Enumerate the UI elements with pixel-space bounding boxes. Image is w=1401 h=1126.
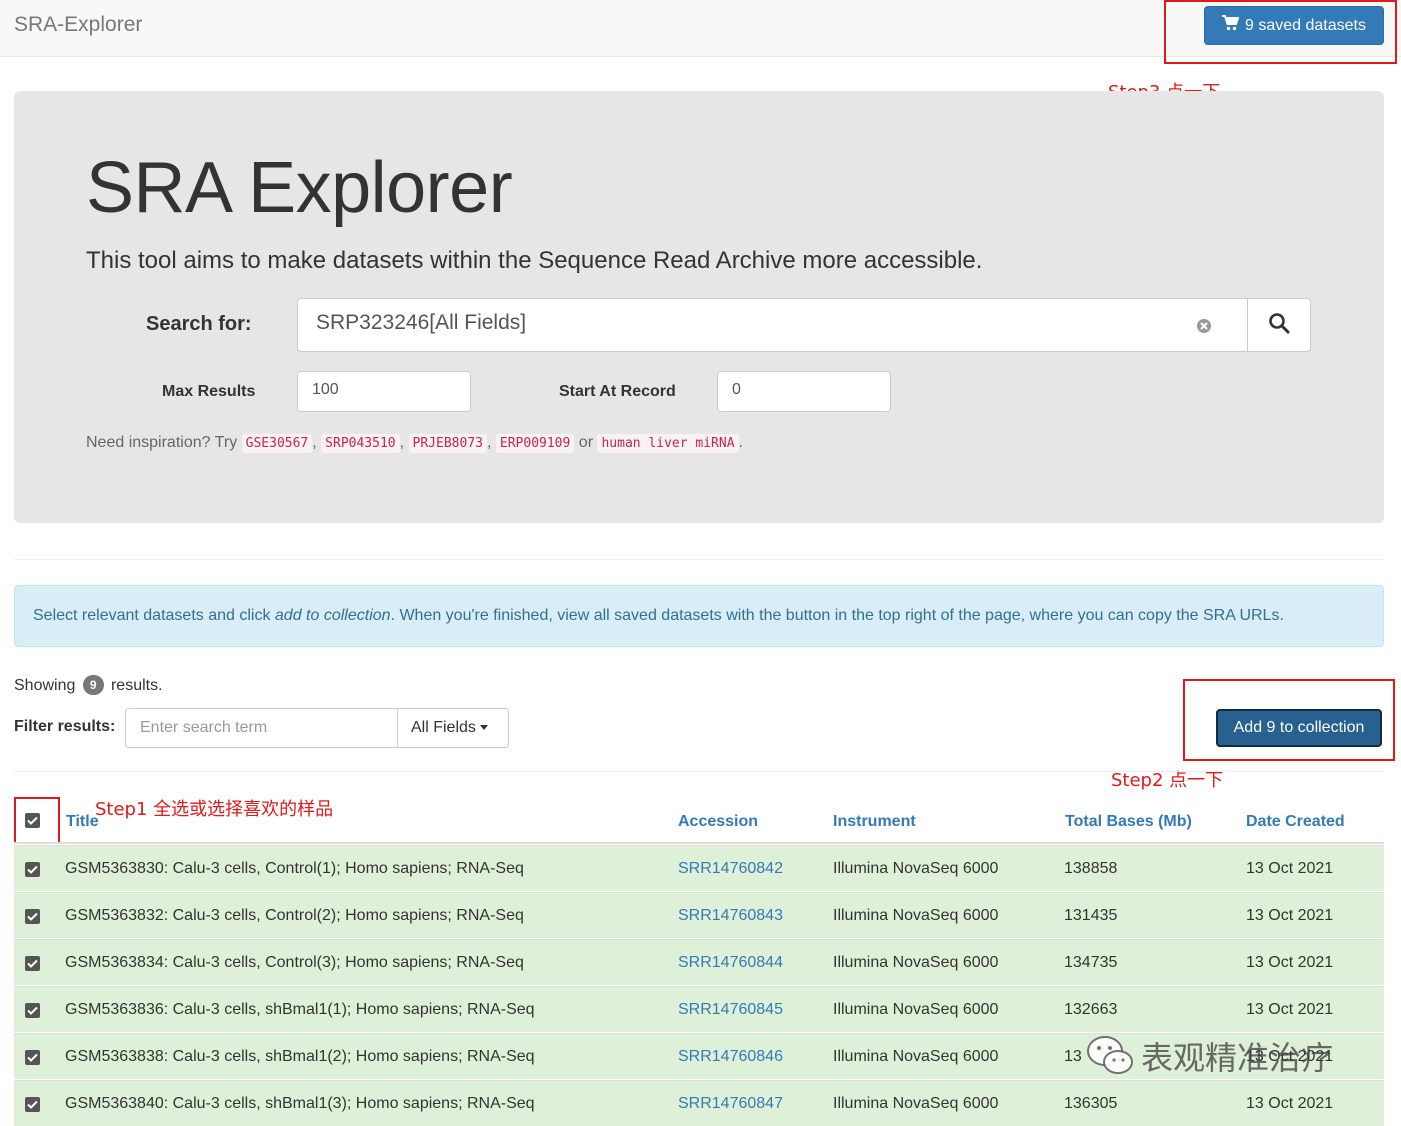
page-title: SRA Explorer (86, 148, 513, 228)
results-count: Showing 9 results. (14, 675, 163, 695)
cell-instrument: Illumina NovaSeq 6000 (833, 1001, 999, 1018)
table-row[interactable]: GSM5363834: Calu-3 cells, Control(3); Ho… (14, 939, 1384, 985)
cell-title: GSM5363838: Calu-3 cells, shBmal1(2); Ho… (65, 1048, 535, 1065)
column-header-total-bases[interactable]: Total Bases (Mb) (1065, 813, 1192, 831)
filter-field-label: All Fields (411, 719, 476, 736)
filter-field-dropdown[interactable]: All Fields (397, 708, 509, 748)
cell-total-bases: 132663 (1064, 1001, 1118, 1018)
annotation-step2: Step2 点一下 (1111, 770, 1224, 791)
start-record-label: Start At Record (559, 383, 676, 400)
highlight-box-step1 (14, 797, 60, 844)
cell-total-bases: 138858 (1064, 860, 1118, 877)
max-results-input[interactable]: 100 (297, 371, 471, 412)
inspiration-line: Need inspiration? Try GSE30567, SRP04351… (86, 434, 743, 453)
cell-title: GSM5363840: Calu-3 cells, shBmal1(3); Ho… (65, 1095, 535, 1112)
cell-title: GSM5363834: Calu-3 cells, Control(3); Ho… (65, 954, 524, 971)
cell-total-bases: 136305 (1064, 1095, 1118, 1112)
table-row[interactable]: GSM5363830: Calu-3 cells, Control(1); Ho… (14, 845, 1384, 891)
example-link[interactable]: ERP009109 (495, 434, 575, 453)
showing-prefix: Showing (14, 677, 76, 694)
alert-text-1: Select relevant datasets and click (33, 607, 275, 624)
example-link[interactable]: PRJEB8073 (408, 434, 487, 453)
filter-label: Filter results: (14, 718, 116, 735)
hero-panel: SRA Explorer This tool aims to make data… (14, 91, 1384, 523)
highlight-box-step3 (1164, 0, 1397, 64)
example-link[interactable]: human liver miRNA (597, 434, 739, 453)
search-icon (1268, 312, 1290, 339)
wechat-icon (1087, 1036, 1133, 1074)
cell-total-bases: 134735 (1064, 954, 1118, 971)
separator: , (486, 434, 492, 451)
cell-instrument: Illumina NovaSeq 6000 (833, 860, 999, 877)
column-header-accession[interactable]: Accession (678, 813, 758, 831)
cell-date: 13 Oct 2021 (1246, 907, 1334, 924)
cell-instrument: Illumina NovaSeq 6000 (833, 1048, 999, 1065)
separator: , (312, 434, 317, 451)
row-checkbox[interactable] (25, 956, 40, 971)
cell-accession[interactable]: SRR14760847 (678, 1095, 783, 1113)
column-header-date[interactable]: Date Created (1246, 813, 1345, 831)
row-checkbox[interactable] (25, 1050, 40, 1065)
search-label: Search for: (146, 313, 252, 335)
highlight-box-step2 (1183, 679, 1395, 761)
filter-input[interactable]: Enter search term (125, 708, 398, 748)
example-link[interactable]: SRP043510 (321, 434, 400, 453)
start-record-input[interactable]: 0 (717, 371, 891, 412)
cell-total-bases: 13 (1064, 1048, 1082, 1065)
row-checkbox[interactable] (25, 1003, 40, 1018)
table-row[interactable]: GSM5363832: Calu-3 cells, Control(2); Ho… (14, 892, 1384, 938)
cell-date: 13 Oct 2021 (1246, 860, 1334, 877)
alert-text-2: . When you're finished, view all saved d… (390, 607, 1284, 624)
cell-accession[interactable]: SRR14760843 (678, 907, 783, 925)
divider (14, 559, 1384, 560)
cell-date: 13 Oct 2021 (1246, 1095, 1334, 1112)
search-input[interactable] (316, 311, 1176, 335)
cell-instrument: Illumina NovaSeq 6000 (833, 1095, 999, 1112)
watermark: 表观精准治疗 (1085, 1033, 1333, 1079)
alert-emphasis: add to collection (274, 607, 391, 624)
table-row[interactable]: GSM5363836: Calu-3 cells, shBmal1(1); Ho… (14, 986, 1384, 1032)
separator: or (578, 434, 594, 451)
caret-down-icon (479, 725, 488, 730)
row-checkbox[interactable] (25, 909, 40, 924)
navbar-brand[interactable]: SRA-Explorer (14, 13, 142, 37)
cell-title: GSM5363836: Calu-3 cells, shBmal1(1); Ho… (65, 1001, 535, 1018)
max-results-label: Max Results (162, 383, 256, 400)
separator: . (738, 434, 743, 451)
page-lead: This tool aims to make datasets within t… (86, 247, 983, 274)
watermark-text: 表观精准治疗 (1141, 1039, 1334, 1077)
divider (14, 771, 1384, 772)
cell-instrument: Illumina NovaSeq 6000 (833, 907, 999, 924)
example-link[interactable]: GSE30567 (241, 434, 313, 453)
cell-accession[interactable]: SRR14760846 (678, 1048, 783, 1066)
row-checkbox[interactable] (25, 1097, 40, 1112)
cell-accession[interactable]: SRR14760845 (678, 1001, 783, 1019)
cell-accession[interactable]: SRR14760844 (678, 954, 783, 972)
row-checkbox[interactable] (25, 862, 40, 877)
cell-date: 13 Oct 2021 (1246, 954, 1334, 971)
cell-title: GSM5363832: Calu-3 cells, Control(2); Ho… (65, 907, 524, 924)
annotation-step1: Step1 全选或选择喜欢的样品 (95, 799, 334, 820)
cell-instrument: Illumina NovaSeq 6000 (833, 954, 999, 971)
search-group (297, 298, 1311, 352)
inspiration-prefix: Need inspiration? Try (86, 434, 238, 451)
showing-suffix: results. (110, 677, 163, 694)
column-header-instrument[interactable]: Instrument (833, 813, 916, 831)
search-button[interactable] (1247, 299, 1310, 351)
results-badge: 9 (82, 675, 104, 695)
cell-total-bases: 131435 (1064, 907, 1118, 924)
table-row[interactable]: GSM5363840: Calu-3 cells, shBmal1(3); Ho… (14, 1080, 1384, 1126)
cell-title: GSM5363830: Calu-3 cells, Control(1); Ho… (65, 860, 524, 877)
column-header-title[interactable]: Title (66, 813, 99, 831)
separator: , (399, 434, 405, 451)
cell-date: 13 Oct 2021 (1246, 1001, 1334, 1018)
table-header-border (14, 842, 1384, 844)
cell-accession[interactable]: SRR14760842 (678, 860, 783, 878)
info-alert: Select relevant datasets and click add t… (14, 585, 1384, 647)
clear-search-icon[interactable] (1196, 318, 1212, 334)
